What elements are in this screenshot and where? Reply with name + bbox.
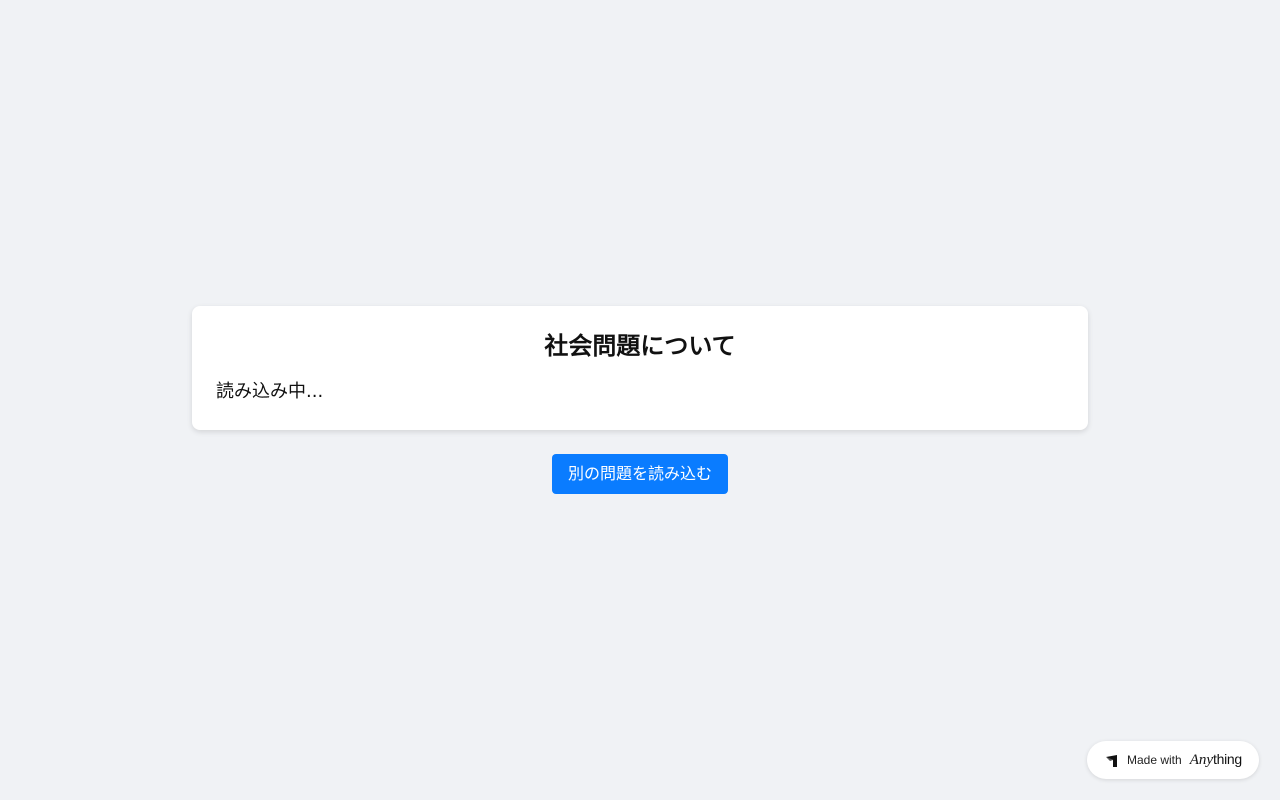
brand-name-italic: Any: [1189, 752, 1214, 768]
anything-logo-icon: [1105, 753, 1119, 767]
brand-name-rest: thing: [1213, 751, 1242, 767]
brand-name: Anything: [1190, 751, 1242, 769]
loading-text: 読み込み中...: [216, 381, 324, 402]
made-with-anything-badge[interactable]: Made with Anything: [1087, 741, 1259, 779]
made-with-label: Made with: [1127, 753, 1182, 767]
card-title: 社会問題について: [544, 332, 736, 360]
load-another-question-button[interactable]: 別の問題を読み込む: [552, 454, 728, 494]
question-card: 社会問題について 読み込み中...: [192, 306, 1088, 430]
page: 社会問題について 読み込み中... 別の問題を読み込む Made with An…: [0, 0, 1280, 800]
